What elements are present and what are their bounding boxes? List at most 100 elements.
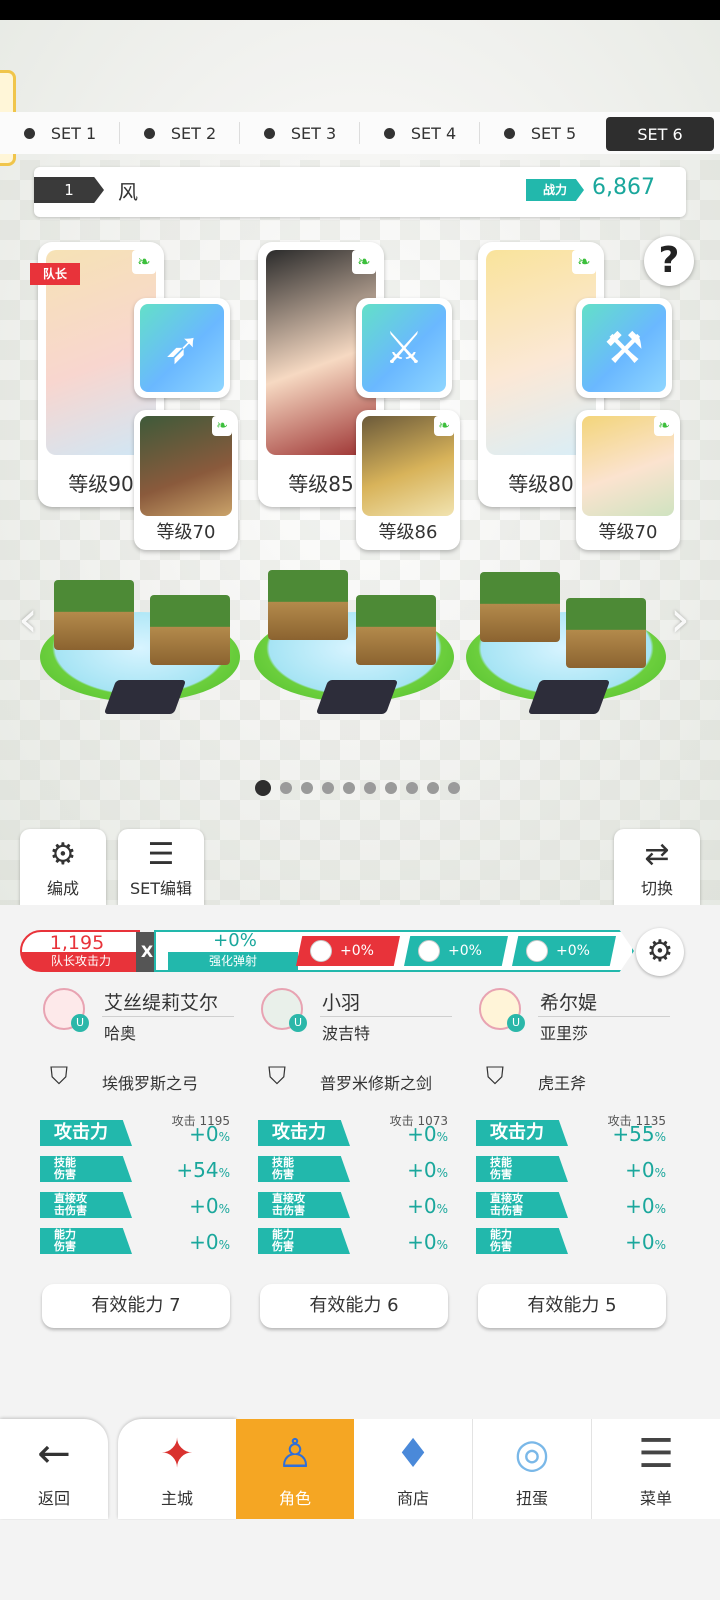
sub-hero-card-1[interactable]: ❧ 等级70 (134, 410, 238, 550)
stat-label: 直接攻 击伤害 (476, 1192, 568, 1218)
tab-label: SET 4 (410, 123, 457, 143)
tab-set-6[interactable]: SET 6 (606, 117, 714, 151)
hero-subtitle: 波吉特 (322, 1024, 371, 1043)
stat-number: +0 (625, 1158, 655, 1182)
divider (538, 1016, 670, 1017)
stat-value: +0% (140, 1194, 230, 1218)
page-dot[interactable] (343, 782, 355, 794)
grass-block (150, 595, 230, 665)
weapon-tile-1[interactable]: ➶ (134, 298, 230, 398)
weapon-tile-2[interactable]: ⚔ (356, 298, 452, 398)
nav-character[interactable]: ♙ 角色 (236, 1419, 354, 1519)
switch-button[interactable]: ⇄ 切换 (614, 829, 700, 905)
nav-label: 扭蛋 (515, 1489, 548, 1508)
avatar (526, 940, 548, 962)
stat-number: +0 (407, 1158, 437, 1182)
gacha-icon: ◎ (514, 1431, 550, 1477)
stat-value: +0% (576, 1158, 666, 1182)
stat-unit: % (436, 1130, 448, 1144)
avatar[interactable]: U (261, 988, 307, 1032)
unique-badge-icon: U (71, 1014, 89, 1032)
sub-hero-card-3[interactable]: ❧ 等级70 (576, 410, 680, 550)
stat-number: +0 (189, 1122, 219, 1146)
tab-set-2[interactable]: SET 2 (120, 112, 240, 154)
leader-attack-label: 队长攻击力 (22, 952, 140, 970)
tab-set-1[interactable]: SET 1 (0, 112, 120, 154)
stat-number: +0 (625, 1194, 655, 1218)
stat-number: +0 (189, 1230, 219, 1254)
compose-button[interactable]: ⚙ 编成 (20, 829, 106, 905)
sub-hero-level: 等级70 (156, 522, 216, 543)
wind-element-icon: ❧ (352, 250, 376, 274)
page-dot[interactable] (364, 782, 376, 794)
stat-label: 攻击力 (40, 1120, 132, 1146)
stat-number: +54 (176, 1158, 219, 1182)
effective-ability-button[interactable]: 有效能力 6 (260, 1284, 448, 1328)
grass-block (54, 580, 134, 650)
avatar (418, 940, 440, 962)
stat-value: +0% (358, 1122, 448, 1146)
stat-number: +0 (407, 1230, 437, 1254)
sub-hero-card-2[interactable]: ❧ 等级86 (356, 410, 460, 550)
stat-unit: % (218, 1166, 230, 1180)
weapon-shield-icon: ⛉ (486, 1062, 504, 1090)
stat-unit: % (654, 1202, 666, 1216)
tab-label: SET 3 (290, 123, 337, 143)
team-info-bar[interactable]: 1 风 战力 6,867 (34, 167, 686, 217)
page-dot[interactable] (448, 782, 460, 794)
wind-element-icon: ❧ (132, 250, 156, 274)
tab-set-3[interactable]: SET 3 (240, 112, 360, 154)
divider (320, 1016, 452, 1017)
effective-ability-button[interactable]: 有效能力 5 (478, 1284, 666, 1328)
nav-gacha[interactable]: ◎ 扭蛋 (473, 1419, 592, 1519)
tab-set-4[interactable]: SET 4 (360, 112, 480, 154)
hero-name: 希尔媞 (540, 992, 598, 1014)
stat-value: +0% (358, 1158, 448, 1182)
avatar (310, 940, 332, 962)
stat-unit: % (218, 1238, 230, 1252)
bounce-label: 强化弹射 (168, 952, 298, 970)
nav-castle[interactable]: ✦ 主城 (118, 1419, 236, 1519)
grass-block (356, 595, 436, 665)
leader-tag: 队长 (30, 263, 80, 285)
page-dot[interactable] (385, 782, 397, 794)
page-dot[interactable] (427, 782, 439, 794)
avatar[interactable]: U (43, 988, 89, 1032)
nav-back[interactable]: ← 返回 (0, 1419, 108, 1519)
tab-set-5[interactable]: SET 5 (480, 112, 600, 154)
power-value: 6,867 (592, 175, 655, 200)
page-dot[interactable] (322, 782, 334, 794)
stat-unit: % (654, 1238, 666, 1252)
summary-bar: 1,195 队长攻击力 X +0% 强化弹射 +0% +0% +0% (20, 928, 642, 972)
prev-page-arrow-icon[interactable]: ‹ (18, 590, 38, 648)
stats-panel (0, 905, 720, 1405)
help-button[interactable]: ? (644, 236, 694, 286)
bullet-icon (143, 127, 155, 139)
page-dot[interactable] (406, 782, 418, 794)
effective-ability-button[interactable]: 有效能力 7 (42, 1284, 230, 1328)
shop-bag-icon: ♦ (395, 1431, 431, 1477)
settings-gear-icon[interactable]: ⚙ (636, 928, 684, 976)
stat-label: 技能 伤害 (258, 1156, 350, 1182)
bounce-value: +0% (213, 930, 257, 951)
unique-badge-icon: U (507, 1014, 525, 1032)
nav-menu[interactable]: ☰ 菜单 (592, 1419, 720, 1519)
stat-label: 技能 伤害 (476, 1156, 568, 1182)
grass-block (480, 572, 560, 642)
stat-label: 技能 伤害 (40, 1156, 132, 1182)
divider (102, 1016, 234, 1017)
page-dot[interactable] (255, 780, 271, 796)
switch-arrows-icon: ⇄ (644, 837, 670, 872)
stat-number: +0 (625, 1230, 655, 1254)
nav-shop[interactable]: ♦ 商店 (354, 1419, 473, 1519)
next-page-arrow-icon[interactable]: › (670, 590, 690, 648)
set-edit-button[interactable]: ☰ SET编辑 (118, 829, 204, 905)
page-dot[interactable] (301, 782, 313, 794)
sub-hero-level: 等级70 (598, 522, 658, 543)
weapon-tile-3[interactable]: ⚒ (576, 298, 672, 398)
stat-number: +0 (407, 1122, 437, 1146)
stat-label: 攻击力 (258, 1120, 350, 1146)
hero-subtitle: 哈奥 (104, 1024, 137, 1043)
page-dot[interactable] (280, 782, 292, 794)
avatar[interactable]: U (479, 988, 525, 1032)
